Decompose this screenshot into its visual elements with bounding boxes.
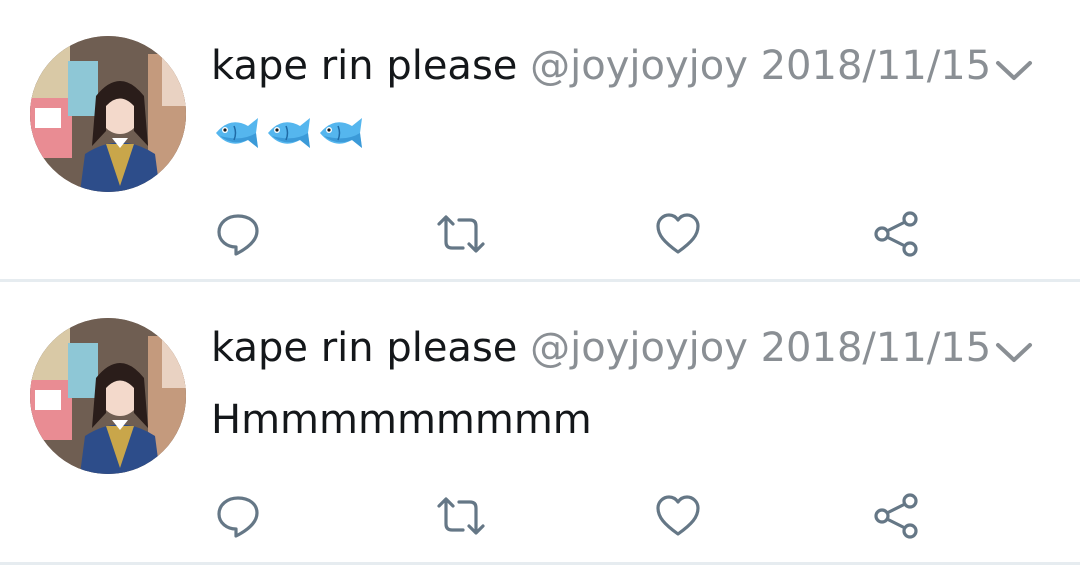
tweet[interactable]: kape rin please @joyjoyjoy 2018/11/15 Hm… (0, 282, 1080, 565)
author-handle[interactable]: @joyjoyjoy (530, 43, 748, 89)
tweet-content: Hmmmmmmmmm (211, 397, 592, 443)
chevron-down-icon[interactable] (994, 340, 1034, 366)
chevron-down-icon[interactable] (994, 58, 1034, 84)
share-icon[interactable] (868, 206, 924, 262)
retweet-icon[interactable] (433, 488, 489, 544)
reply-icon[interactable] (210, 206, 266, 262)
tweet-date[interactable]: 2018/11/15 (761, 43, 992, 89)
tweet-content (212, 112, 364, 154)
fish-emoji-icon (320, 118, 362, 148)
tweet-actions (0, 206, 1080, 266)
tweet-header: kape rin please @joyjoyjoy 2018/11/15 (211, 322, 991, 374)
fish-emoji-icon (268, 118, 310, 148)
like-icon[interactable] (650, 488, 706, 544)
share-icon[interactable] (868, 488, 924, 544)
author-name[interactable]: kape rin please (211, 325, 517, 371)
author-name[interactable]: kape rin please (211, 43, 517, 89)
avatar[interactable] (30, 318, 186, 474)
tweet-actions (0, 488, 1080, 548)
fish-emoji-icon (216, 118, 258, 148)
retweet-icon[interactable] (433, 206, 489, 262)
author-handle[interactable]: @joyjoyjoy (530, 325, 748, 371)
tweet-date[interactable]: 2018/11/15 (761, 325, 992, 371)
avatar[interactable] (30, 36, 186, 192)
tweet-header: kape rin please @joyjoyjoy 2018/11/15 (211, 40, 991, 92)
reply-icon[interactable] (210, 488, 266, 544)
like-icon[interactable] (650, 206, 706, 262)
tweet[interactable]: kape rin please @joyjoyjoy 2018/11/15 (0, 0, 1080, 282)
